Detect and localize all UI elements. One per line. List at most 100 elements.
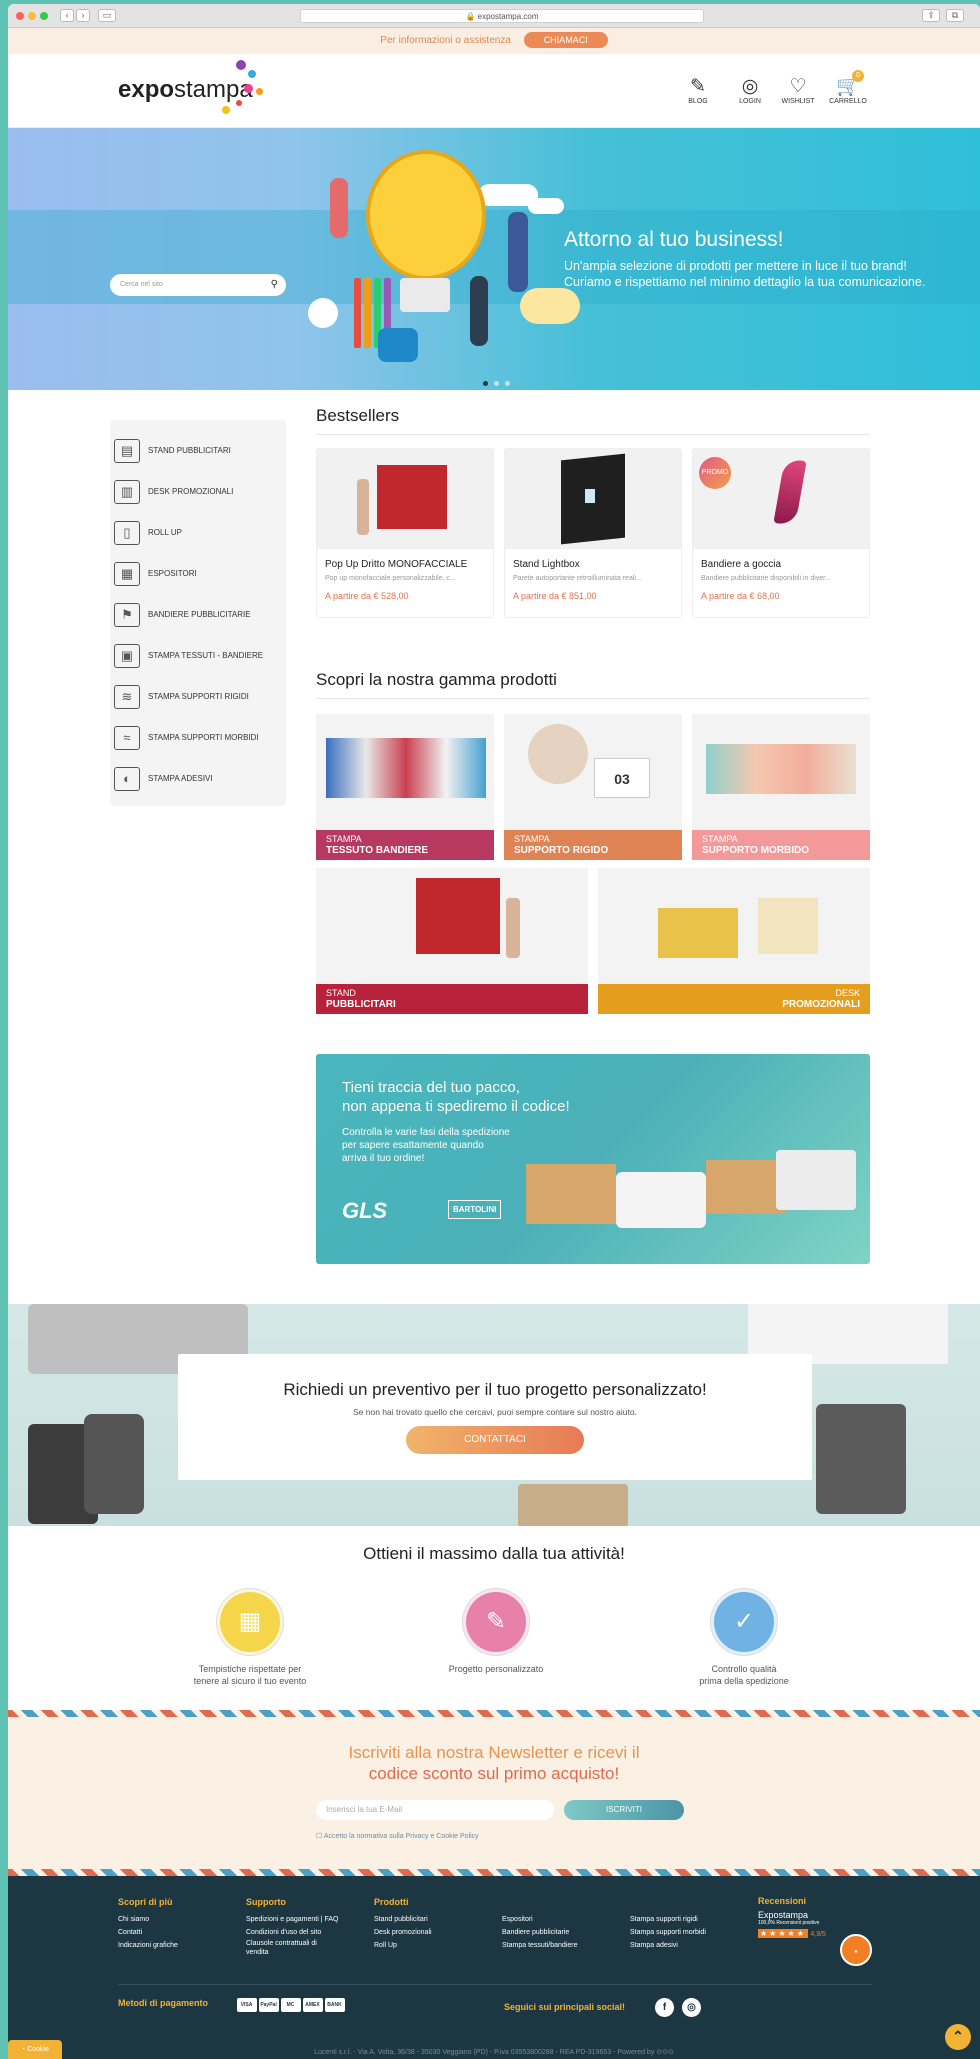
footer-link[interactable]: Espositori	[502, 1913, 578, 1926]
forward-icon[interactable]: ›	[76, 9, 90, 22]
contact-button[interactable]: CONTATTACI	[406, 1426, 584, 1454]
sidebar-item-label: ESPOSITORI	[148, 569, 197, 578]
facebook-icon[interactable]: f	[655, 1998, 675, 2017]
wishlist-link[interactable]: ♡ WISHLIST	[776, 76, 820, 105]
search-input[interactable]: Cerca nel sito ⚲	[110, 274, 286, 296]
subscribe-button[interactable]: ISCRIVITI	[564, 1800, 684, 1820]
tabs-icon[interactable]: ⧉	[946, 9, 964, 22]
footer-link[interactable]: Indicazioni grafiche	[118, 1939, 178, 1952]
footer-col: Stampa supporti rigidi Stampa supporti mo…	[630, 1913, 706, 1952]
shipping-banner: Tieni traccia del tuo pacco, non appena t…	[316, 1054, 870, 1264]
sidebar-item-desk[interactable]: ▥ DESK PROMOZIONALI	[110, 471, 286, 512]
footer-link[interactable]: Roll Up	[374, 1939, 432, 1952]
info-strip: Per informazioni o assistenza CHIAMACI	[8, 28, 980, 54]
maximize-dot[interactable]	[40, 12, 48, 20]
carousel-dot[interactable]	[505, 381, 510, 386]
product-card[interactable]: PROMO Bandiere a goccia Bandiere pubblic…	[692, 448, 870, 618]
feature-text: prima della spedizione	[699, 1676, 789, 1686]
sidebar-item-tessuti[interactable]: ▣ STAMPA TESSUTI - BANDIERE	[110, 635, 286, 676]
tile-label-bottom: SUPPORTO RIGIDO	[514, 845, 609, 856]
category-tile-desk[interactable]: DESK PROMOZIONALI	[598, 868, 870, 1014]
footer-link[interactable]: Stampa adesivi	[630, 1939, 706, 1952]
back-icon[interactable]: ‹	[60, 9, 74, 22]
product-name: Bandiere a goccia	[701, 559, 782, 570]
person-illustration	[506, 898, 520, 958]
category-tile-morbido[interactable]: STAMPA SUPPORTO MORBIDO	[692, 714, 870, 860]
footer-link[interactable]: Clausole contrattuali di vendita	[246, 1939, 338, 1957]
search-icon[interactable]: ⚲	[271, 274, 278, 296]
sidebar-item-stand[interactable]: ▤ STAND PUBBLICITARI	[110, 430, 286, 471]
newsletter-section: Iscriviti alla nostra Newsletter e ricev…	[8, 1710, 980, 1876]
cookie-button[interactable]: ◔ Cookie	[8, 2040, 62, 2059]
product-image: PROMO	[693, 449, 869, 549]
sidebar-item-rigidi[interactable]: ≋ STAMPA SUPPORTI RIGIDI	[110, 676, 286, 717]
sidebar-item-bandiere[interactable]: ⚑ BANDIERE PUBBLICITARIE	[110, 594, 286, 635]
bank-icon: BANK	[324, 1998, 345, 2012]
logo-bubble	[248, 70, 256, 78]
sidebar-icon[interactable]: ▭	[98, 9, 116, 22]
footer-link[interactable]: Desk promozionali	[374, 1926, 432, 1939]
share-icon[interactable]: ⇪	[922, 9, 940, 22]
bartolini-logo: BARTOLINI	[448, 1200, 502, 1219]
browser-window: ‹ › ▭ 🔒 expostampa.com ⇪ ⧉ Per informazi…	[8, 4, 980, 2059]
footer-link[interactable]: Contatti	[118, 1926, 178, 1939]
call-button[interactable]: CHIAMACI	[523, 32, 608, 49]
privacy-checkbox[interactable]: ☐ Accetto la normativa sulla Privacy e C…	[316, 1832, 479, 1840]
footer-link-text: vendita	[246, 1949, 269, 1956]
product-price: A partire da € 68,00	[701, 591, 780, 601]
carousel-dot[interactable]	[494, 381, 499, 386]
url-bar[interactable]: 🔒 expostampa.com	[300, 9, 704, 23]
cart-link[interactable]: 🛒 0 CARRELLO	[826, 70, 870, 105]
person-illustration	[378, 328, 418, 362]
footer-link[interactable]: Stampa tessuti/bandiere	[502, 1939, 578, 1952]
footer-link[interactable]: Stampa supporti morbidi	[630, 1926, 706, 1939]
blog-link[interactable]: ✎ BLOG	[676, 76, 720, 105]
copyright-text: Lucenti s.r.l. - Via A. Volta, 36/38 - 3…	[314, 2049, 655, 2056]
category-tile-tessuto[interactable]: STAMPA TESSUTO BANDIERE	[316, 714, 494, 860]
copyright: Lucenti s.r.l. - Via A. Volta, 36/38 - 3…	[8, 2048, 980, 2056]
sidebar-item-espositori[interactable]: ▦ ESPOSITORI	[110, 553, 286, 594]
category-tile-rigido[interactable]: 03 STAMPA SUPPORTO RIGIDO	[504, 714, 682, 860]
footer-link[interactable]: Stand pubblicitari	[374, 1913, 432, 1926]
social-section: Seguici sui principali social! f ◎	[504, 1998, 702, 2017]
shipping-title-2: non appena ti spediremo il codice!	[342, 1098, 570, 1115]
instagram-icon[interactable]: ◎	[682, 1998, 702, 2017]
airmail-stripe	[8, 1869, 980, 1876]
footer-link[interactable]: Chi siamo	[118, 1913, 178, 1926]
sidebar-item-label: STAND PUBBLICITARI	[148, 446, 231, 455]
tile-label: STAMPA TESSUTO BANDIERE	[316, 830, 494, 860]
blog-label: BLOG	[688, 98, 708, 105]
category-tile-stand[interactable]: STAND PUBBLICITARI	[316, 868, 588, 1014]
carousel-dot[interactable]	[483, 381, 488, 386]
minimize-dot[interactable]	[28, 12, 36, 20]
sidebar-item-adesivi[interactable]: ◐ STAMPA ADESIVI	[110, 758, 286, 799]
payment-methods: Metodi di pagamento VISA PayPal MC AMEX BANK	[118, 1998, 347, 2012]
quote-text: Se non hai trovato quello che cercavi, p…	[353, 1407, 637, 1417]
tile-label-top: STAND	[326, 988, 356, 998]
email-field[interactable]: Inserisci la tua E-Mail	[316, 1800, 554, 1820]
footer-link[interactable]: Stampa supporti rigidi	[630, 1913, 706, 1926]
product-image	[317, 449, 493, 549]
site-footer: Scopri di più Chi siamo Contatti Indicazion…	[8, 1876, 980, 2059]
footer-link-text: Clausole contrattuali di	[246, 1940, 317, 1947]
footer-link[interactable]: Condizioni d'uso del sito	[246, 1926, 338, 1939]
footer-link[interactable]: Bandiere pubblicitarie	[502, 1926, 578, 1939]
tile-label-top: STAMPA	[326, 834, 362, 844]
close-dot[interactable]	[16, 12, 24, 20]
scroll-top-icon[interactable]: ⌃	[945, 2024, 971, 2050]
product-card[interactable]: Stand Lightbox Parete autoportante retro…	[504, 448, 682, 618]
site-logo[interactable]: expostampa	[118, 76, 253, 104]
footer-link[interactable]: Spedizioni e pagamenti | FAQ	[246, 1913, 338, 1926]
promo-badge: PROMO	[699, 457, 731, 489]
sidebar-item-rollup[interactable]: ▯ ROLL UP	[110, 512, 286, 553]
paypal-icon: PayPal	[258, 1998, 279, 2012]
reviews-widget[interactable]: Recensioni Expostampa 100,0% Recensioni …	[758, 1896, 872, 1966]
stand-icon: ▤	[114, 438, 140, 463]
search-placeholder: Cerca nel sito	[120, 281, 163, 288]
product-card[interactable]: Pop Up Dritto MONOFACCIALE Pop up monofa…	[316, 448, 494, 618]
sidebar-item-morbidi[interactable]: ≈ STAMPA SUPPORTI MORBIDI	[110, 717, 286, 758]
bestsellers-title: Bestsellers	[316, 406, 400, 425]
user-icon: ◎	[741, 76, 759, 97]
login-link[interactable]: ◎ LOGIN	[728, 76, 772, 105]
person-illustration	[508, 212, 528, 292]
